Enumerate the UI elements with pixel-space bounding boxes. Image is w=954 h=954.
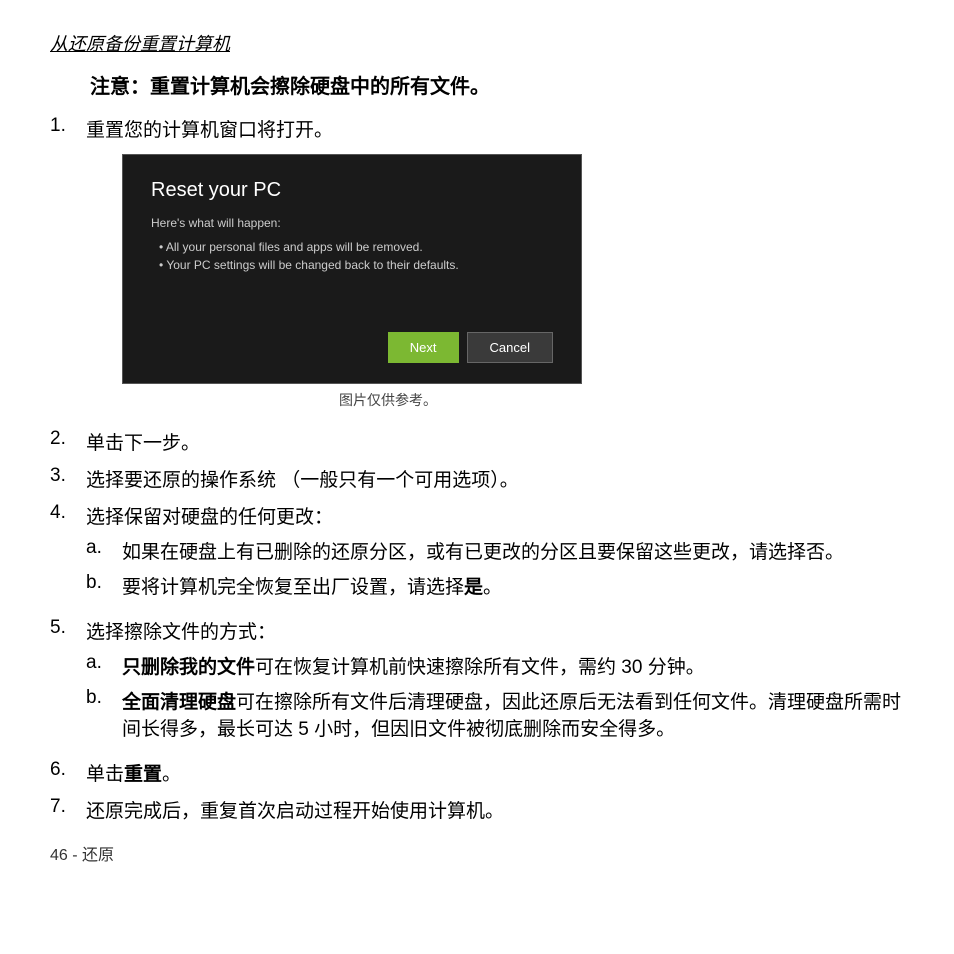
- screenshot-title: Reset your PC: [151, 179, 553, 202]
- step-1-num: 1.: [50, 115, 86, 137]
- next-button[interactable]: Next: [388, 332, 459, 363]
- step-5a-bold: 只删除我的文件: [122, 657, 255, 678]
- step-3-num: 3.: [50, 465, 86, 487]
- screenshot-bullet-2: Your PC settings will be changed back to…: [151, 258, 553, 272]
- step-6: 6. 单击重置。: [50, 759, 904, 786]
- step-5b-suffix: 可在擦除所有文件后清理硬盘，因此还原后无法看到任何文件。清理硬盘所需时间长得多，…: [122, 692, 901, 740]
- step-2: 2. 单击下一步。: [50, 428, 904, 455]
- step-4b-suffix: 。: [483, 577, 502, 598]
- warning-text: 注意：重置计算机会擦除硬盘中的所有文件。: [90, 70, 904, 99]
- step-5b-bold: 全面清理硬盘: [122, 692, 236, 713]
- step-6-suffix: 。: [162, 764, 181, 785]
- footer-text: 46 - 还原: [50, 841, 904, 865]
- step-4a-text: 如果在硬盘上有已删除的还原分区，或有已更改的分区且要保留这些更改，请选择否。: [122, 537, 904, 564]
- step-4a-label: a.: [86, 537, 122, 559]
- step-4b-prefix: 要将计算机完全恢复至出厂设置，请选择: [122, 577, 464, 598]
- step-4b: b. 要将计算机完全恢复至出厂设置，请选择是。: [86, 572, 904, 599]
- step-5b-text: 全面清理硬盘可在擦除所有文件后清理硬盘，因此还原后无法看到任何文件。清理硬盘所需…: [122, 687, 904, 741]
- step-5-text: 选择擦除文件的方式：: [86, 622, 276, 643]
- step-4a: a. 如果在硬盘上有已删除的还原分区，或有已更改的分区且要保留这些更改，请选择否…: [86, 537, 904, 564]
- step-7-text: 还原完成后，重复首次启动过程开始使用计算机。: [86, 796, 904, 823]
- step-3-text: 选择要还原的操作系统 （一般只有一个可用选项）。: [86, 465, 904, 492]
- step-7: 7. 还原完成后，重复首次启动过程开始使用计算机。: [50, 796, 904, 823]
- step-5-num: 5.: [50, 617, 86, 639]
- page-title: 从还原备份重置计算机: [50, 30, 904, 56]
- screenshot-container: Reset your PC Here's what will happen: A…: [122, 154, 904, 410]
- step-1-text: 重置您的计算机窗口将打开。: [86, 120, 333, 141]
- step-5a-text: 只删除我的文件可在恢复计算机前快速擦除所有文件，需约 30 分钟。: [122, 652, 904, 679]
- step-4-text: 选择保留对硬盘的任何更改：: [86, 507, 333, 528]
- step-4b-text: 要将计算机完全恢复至出厂设置，请选择是。: [122, 572, 904, 599]
- step-4: 4. 选择保留对硬盘的任何更改： a. 如果在硬盘上有已删除的还原分区，或有已更…: [50, 502, 904, 607]
- step-6-text: 单击重置。: [86, 759, 904, 786]
- step-6-bold: 重置: [124, 764, 162, 785]
- pc-screenshot: Reset your PC Here's what will happen: A…: [122, 154, 582, 384]
- image-caption: 图片仅供参考。: [158, 390, 618, 410]
- step-5b-label: b.: [86, 687, 122, 709]
- step-7-num: 7.: [50, 796, 86, 818]
- screenshot-bullet-1: All your personal files and apps will be…: [151, 240, 553, 254]
- step-6-prefix: 单击: [86, 764, 124, 785]
- screenshot-subtitle: Here's what will happen:: [151, 216, 553, 230]
- step-1: 1. 重置您的计算机窗口将打开。 Reset your PC Here's wh…: [50, 115, 904, 418]
- step-4-num: 4.: [50, 502, 86, 524]
- step-5a: a. 只删除我的文件可在恢复计算机前快速擦除所有文件，需约 30 分钟。: [86, 652, 904, 679]
- step-2-text: 单击下一步。: [86, 428, 904, 455]
- step-3: 3. 选择要还原的操作系统 （一般只有一个可用选项）。: [50, 465, 904, 492]
- step-6-num: 6.: [50, 759, 86, 781]
- step-4b-label: b.: [86, 572, 122, 594]
- step-5a-label: a.: [86, 652, 122, 674]
- step-5b: b. 全面清理硬盘可在擦除所有文件后清理硬盘，因此还原后无法看到任何文件。清理硬…: [86, 687, 904, 741]
- step-2-num: 2.: [50, 428, 86, 450]
- step-4b-bold: 是: [464, 577, 483, 598]
- step-5: 5. 选择擦除文件的方式： a. 只删除我的文件可在恢复计算机前快速擦除所有文件…: [50, 617, 904, 749]
- step-5a-suffix: 可在恢复计算机前快速擦除所有文件，需约 30 分钟。: [255, 657, 705, 678]
- cancel-button[interactable]: Cancel: [467, 332, 553, 363]
